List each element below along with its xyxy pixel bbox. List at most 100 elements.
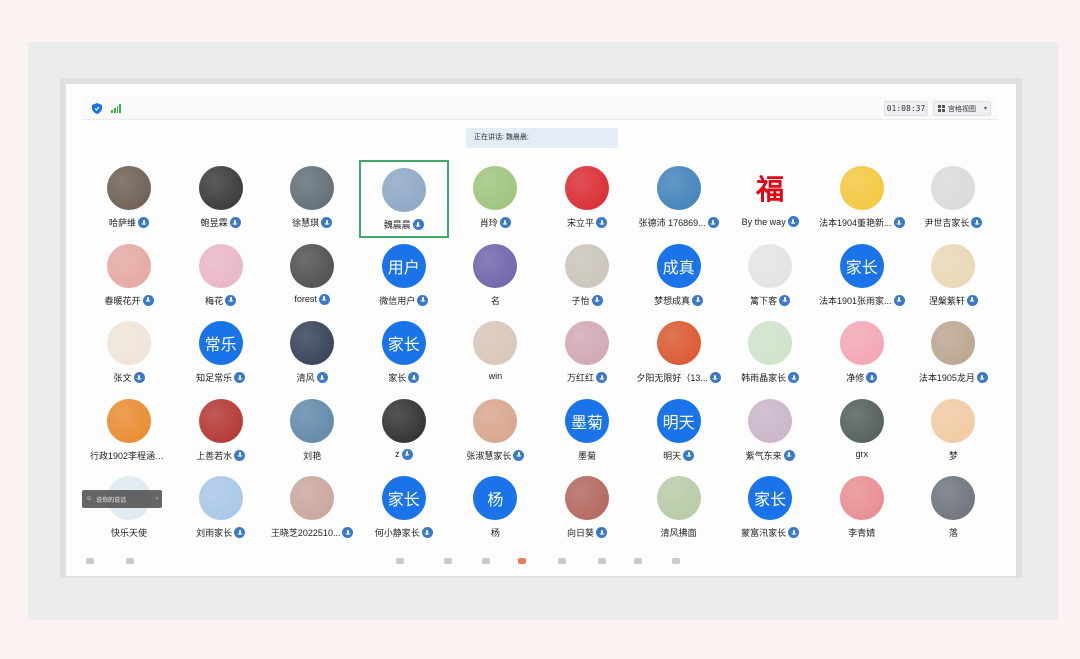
- participant-tile[interactable]: 家长 何小静家长: [359, 470, 449, 548]
- avatar: [931, 166, 976, 210]
- mic-icon: [142, 294, 154, 306]
- participant-tile[interactable]: 尹世吉家长: [908, 160, 998, 238]
- participant-tile[interactable]: 梦: [908, 393, 998, 471]
- participant-name: 涅槃紫轩: [928, 295, 965, 306]
- participant-name-row: 尹世吉家长: [908, 216, 998, 229]
- participant-tile[interactable]: 夕阳无限好（13...: [634, 315, 724, 393]
- participant-tile[interactable]: 用户 微信用户: [359, 238, 449, 316]
- mic-icon: [966, 294, 978, 306]
- toolbar-members-icon[interactable]: [444, 558, 452, 564]
- participant-tile[interactable]: 哈萨维: [84, 160, 174, 238]
- participant-tile[interactable]: 万红红: [542, 315, 632, 393]
- participant-tile[interactable]: 春暖花开: [84, 238, 174, 316]
- avatar: [290, 398, 335, 443]
- participant-tile[interactable]: 鲍昱霖: [176, 160, 266, 238]
- participant-tile[interactable]: z: [359, 393, 449, 471]
- smiley-icon: ☺: [86, 496, 93, 502]
- participant-tile[interactable]: 落: [908, 470, 998, 548]
- participant-tile[interactable]: 明天 明天: [634, 393, 724, 471]
- participant-tile[interactable]: 常乐 知足常乐: [176, 315, 266, 393]
- participant-tile[interactable]: 涅槃紫轩: [908, 238, 998, 316]
- participant-name: 清风拂面: [660, 528, 697, 538]
- mic-icon: [421, 527, 433, 538]
- participant-name-row: 涅槃紫轩: [908, 294, 998, 307]
- signal-icon[interactable]: [111, 104, 121, 113]
- participant-tile[interactable]: 子怡: [542, 238, 632, 316]
- participant-tile[interactable]: 张淑慧家长: [450, 393, 540, 471]
- participant-name-row: 清风拂面: [634, 526, 724, 539]
- participant-tile[interactable]: 张文: [84, 315, 174, 393]
- participant-name-row: 春暖花开: [84, 294, 174, 307]
- participant-tile[interactable]: 法本1905龙月: [908, 315, 998, 393]
- participant-tile[interactable]: 宋立平: [542, 160, 632, 238]
- collapse-icon[interactable]: ‹: [156, 496, 158, 502]
- toolbar-record-icon[interactable]: [518, 558, 526, 564]
- participant-name: 春暖花开: [104, 295, 141, 306]
- mic-icon: [401, 448, 413, 460]
- participant-tile[interactable]: 刘雨家长: [176, 470, 266, 548]
- shield-icon[interactable]: [92, 103, 102, 114]
- participant-tile[interactable]: 韩雨晶家长: [725, 315, 815, 393]
- participant-name: 王晓芝2022510...: [270, 528, 341, 538]
- toolbar-end-icon[interactable]: [672, 558, 680, 564]
- avatar: [473, 321, 518, 365]
- participant-tile[interactable]: 上善若水: [176, 393, 266, 471]
- toolbar-share-icon[interactable]: [396, 558, 404, 564]
- toolbar-video-icon[interactable]: [126, 558, 134, 564]
- toolbar-more-icon[interactable]: [634, 558, 642, 564]
- participant-tile[interactable]: 向日葵: [542, 470, 632, 548]
- participant-tile[interactable]: 王晓芝2022510...: [267, 470, 357, 548]
- participant-name: 梅花: [205, 295, 224, 306]
- participant-tile[interactable]: 名: [450, 238, 540, 316]
- participant-name: 净修: [846, 373, 865, 383]
- mic-icon: [133, 372, 145, 383]
- participant-name: 快乐天使: [110, 528, 147, 538]
- participant-tile[interactable]: grx: [817, 393, 907, 471]
- avatar: 用户: [381, 243, 426, 288]
- avatar: [748, 321, 793, 365]
- participant-tile[interactable]: 清风: [267, 315, 357, 393]
- toolbar-mic-icon[interactable]: [86, 558, 94, 564]
- grid-view-icon: [938, 105, 945, 112]
- participant-name-row: 知足常乐: [176, 371, 266, 384]
- participant-name: 肖玲: [479, 218, 498, 228]
- participant-tile[interactable]: 肖玲: [450, 160, 540, 238]
- avatar: [290, 243, 335, 288]
- avatar: [290, 166, 335, 210]
- participant-tile[interactable]: 张德沛 176869...: [634, 160, 724, 238]
- participant-tile[interactable]: 刘艳: [267, 393, 357, 471]
- toolbar-settings-icon[interactable]: [558, 558, 566, 564]
- participant-tile[interactable]: 李青婧: [817, 470, 907, 548]
- participant-tile[interactable]: 成真 梦想成真: [634, 238, 724, 316]
- participant-tile[interactable]: forest: [267, 238, 357, 316]
- participant-tile[interactable]: 净修: [817, 315, 907, 393]
- participant-tile[interactable]: 家长 蒙富汛家长: [725, 470, 815, 548]
- participant-name-row: 张文: [84, 371, 174, 384]
- participant-name: 杨: [490, 528, 500, 538]
- participant-tile[interactable]: 福 By the way: [725, 160, 815, 238]
- participant-tile[interactable]: 清风拂面: [634, 470, 724, 548]
- participant-tile[interactable]: win: [450, 315, 540, 393]
- participant-tile[interactable]: 快乐天使: [84, 470, 174, 548]
- chat-tooltip[interactable]: ☺ 说你的说话 ‹: [82, 490, 162, 508]
- participant-name-row: 韩雨晶家长: [725, 371, 815, 384]
- participant-tile[interactable]: 魏晨晨: [358, 160, 449, 238]
- participant-tile[interactable]: 行政1902李程涵家长: [84, 393, 174, 471]
- participant-tile[interactable]: 徐慧琪: [267, 160, 357, 238]
- participant-tile[interactable]: 篱下客: [725, 238, 815, 316]
- participant-tile[interactable]: 家长 法本1901张雨家...: [817, 238, 907, 316]
- participant-name: 向日葵: [566, 528, 594, 538]
- toolbar-apps-icon[interactable]: [598, 558, 606, 564]
- participant-tile[interactable]: 法本1904董艳新...: [817, 160, 907, 238]
- avatar: 家长: [381, 476, 426, 520]
- participant-tile[interactable]: 紫气东来: [725, 393, 815, 471]
- participant-tile[interactable]: 杨杨: [450, 470, 540, 548]
- mic-icon: [787, 216, 799, 227]
- avatar: [198, 476, 243, 520]
- participant-tile[interactable]: 墨菊 墨菊: [542, 393, 632, 471]
- participant-name-row: 夕阳无限好（13...: [634, 371, 724, 384]
- view-mode-button[interactable]: 宫格视图 ▾: [933, 101, 991, 116]
- participant-tile[interactable]: 家长 家长: [359, 315, 449, 393]
- toolbar-chat-icon[interactable]: [482, 558, 490, 564]
- participant-tile[interactable]: 梅花: [176, 238, 266, 316]
